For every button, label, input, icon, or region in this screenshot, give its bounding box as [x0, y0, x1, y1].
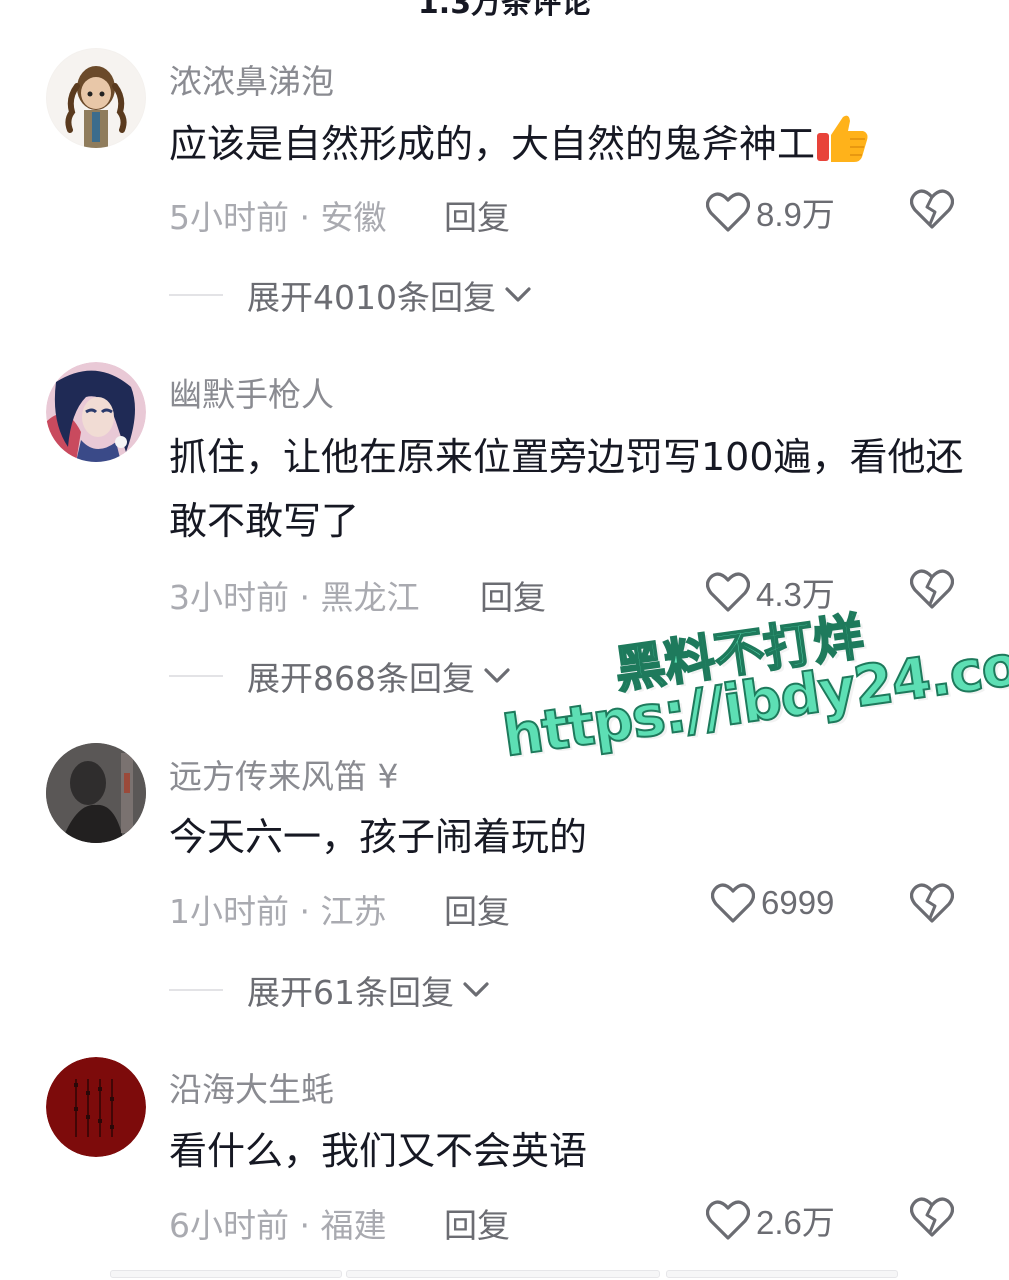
chevron-down-icon [505, 287, 531, 302]
broken-heart-icon [909, 1197, 955, 1237]
comment-time-location: 6小时前 · 福建 [169, 1206, 387, 1245]
expand-replies-label: 展开868条回复 [247, 659, 475, 698]
comment-time-location: 3小时前 · 黑龙江 [169, 578, 420, 617]
divider [169, 675, 223, 677]
broken-heart-icon [909, 189, 955, 229]
like-count: 6999 [761, 884, 835, 921]
heart-icon [706, 1200, 750, 1240]
anime-character-icon [46, 362, 146, 462]
comment-username[interactable]: 沿海大生蚝 [169, 1063, 334, 1111]
comment-text: 看什么，我们又不会英语 [169, 1129, 588, 1173]
like-button[interactable]: 2.6万 [706, 1196, 835, 1244]
comment-text: 抓住，让他在原来位置旁边罚写100遍，看他还敢不敢写了 [169, 435, 964, 543]
dark-photo-icon [46, 743, 146, 843]
dislike-button[interactable] [909, 568, 955, 614]
divider [169, 294, 223, 296]
reply-button[interactable]: 回复 [480, 571, 546, 619]
like-count: 8.9万 [756, 196, 835, 233]
comment-username[interactable]: 幽默手枪人 [169, 368, 334, 416]
like-button[interactable]: 6999 [711, 882, 834, 924]
chevron-down-icon [484, 668, 510, 683]
bottom-segment [110, 1270, 342, 1278]
heart-icon [706, 192, 750, 232]
like-button[interactable]: 4.3万 [706, 568, 835, 616]
avatar[interactable] [46, 48, 146, 148]
reply-button[interactable]: 回复 [444, 885, 510, 933]
dislike-button[interactable] [909, 882, 955, 928]
comment-text-body: 应该是自然形成的，大自然的鬼斧神工 [169, 122, 816, 166]
heart-icon [711, 883, 755, 923]
like-button[interactable]: 8.9万 [706, 188, 835, 236]
heart-icon [706, 572, 750, 612]
chevron-down-icon [463, 982, 489, 997]
watermark-url: https://ibdy24.com [498, 624, 1009, 771]
reply-button[interactable]: 回复 [444, 1199, 510, 1247]
dislike-button[interactable] [909, 188, 955, 234]
dislike-button[interactable] [909, 1196, 955, 1242]
broken-heart-icon [909, 569, 955, 609]
like-count: 2.6万 [756, 1204, 835, 1241]
avatar[interactable] [46, 743, 146, 843]
avatar[interactable] [46, 362, 146, 462]
comment-username[interactable]: 远方传来风笛 ¥ [169, 750, 399, 798]
expand-replies-label: 展开4010条回复 [247, 278, 496, 317]
bottom-segment [346, 1270, 660, 1278]
expand-replies[interactable]: 展开4010条回复 [169, 271, 532, 319]
red-calligraphy-icon [46, 1057, 146, 1157]
like-count: 4.3万 [756, 576, 835, 613]
expand-replies[interactable]: 展开868条回复 [169, 652, 511, 700]
bottom-segment [666, 1270, 898, 1278]
bottom-bar [0, 1266, 1009, 1280]
comment-time-location: 1小时前 · 江苏 [169, 892, 387, 931]
comment-text: 应该是自然形成的，大自然的鬼斧神工 [169, 112, 969, 176]
broken-heart-icon [909, 883, 955, 923]
thumbs-up-icon [817, 115, 868, 162]
comment-text: 今天六一，孩子闹着玩的 [169, 815, 588, 859]
girl-with-braids-icon [47, 49, 145, 148]
reply-button[interactable]: 回复 [444, 191, 510, 239]
comment-username[interactable]: 浓浓鼻涕泡 [169, 55, 334, 103]
page-title: 1.3万条评论 [417, 0, 592, 21]
divider [169, 989, 223, 991]
comment-time-location: 5小时前 · 安徽 [169, 198, 387, 237]
expand-replies[interactable]: 展开61条回复 [169, 966, 490, 1014]
expand-replies-label: 展开61条回复 [247, 973, 454, 1012]
avatar[interactable] [46, 1057, 146, 1157]
